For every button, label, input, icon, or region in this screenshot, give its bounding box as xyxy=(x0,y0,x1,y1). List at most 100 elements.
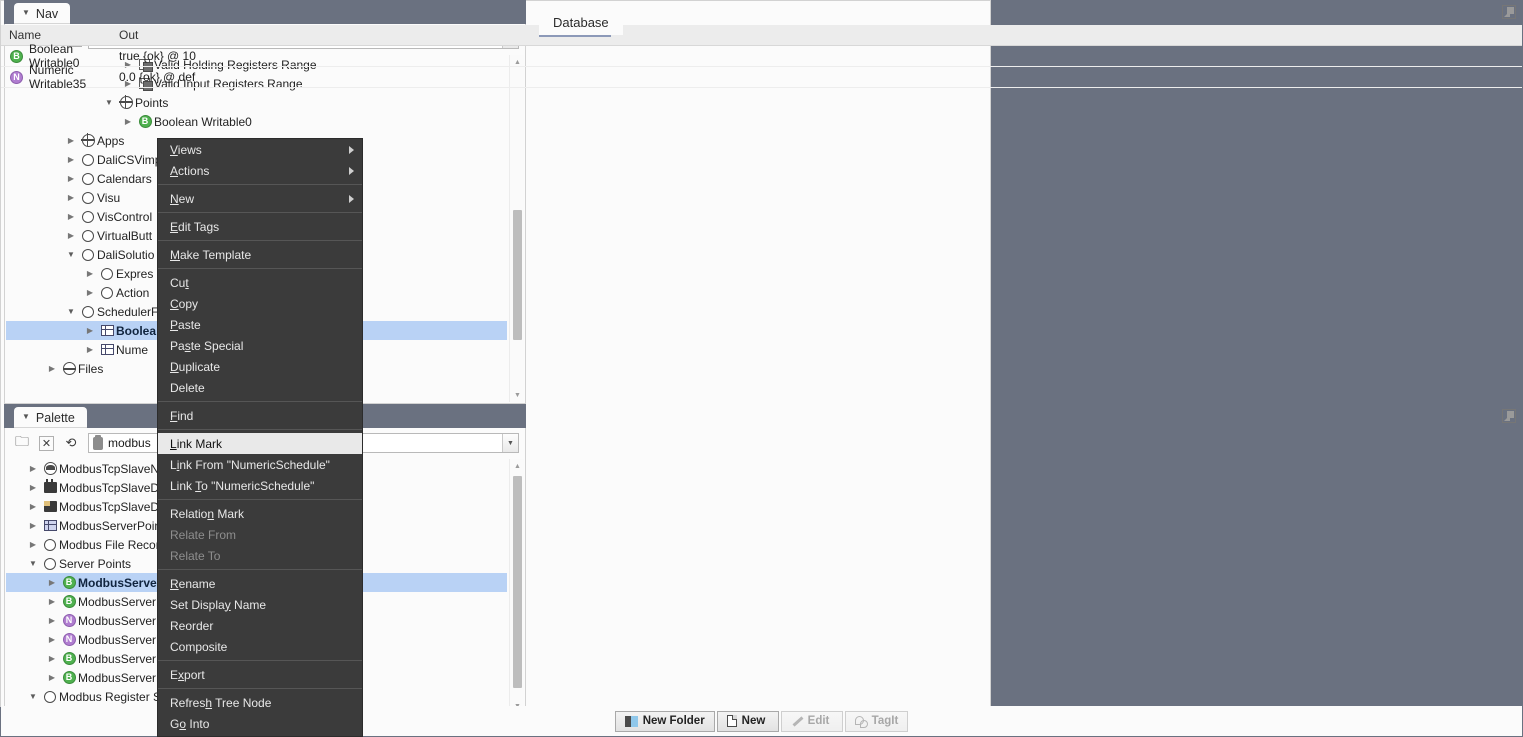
menu-item-new[interactable]: New xyxy=(158,188,362,209)
menu-item-link-from-numericschedule[interactable]: Link From "NumericSchedule" xyxy=(158,454,362,475)
menu-item-delete[interactable]: Delete xyxy=(158,377,362,398)
tree-row[interactable]: ▶ B Boolean Writable0 xyxy=(6,112,507,131)
menu-item-go-into[interactable]: Go Into xyxy=(158,713,362,734)
menu-item-relation-mark[interactable]: Relation Mark xyxy=(158,503,362,524)
tab-palette[interactable]: ▼ Palette xyxy=(14,407,87,428)
menu-item-copy[interactable]: Copy xyxy=(158,293,362,314)
twisty-expanded-icon[interactable]: ▼ xyxy=(63,307,79,316)
twisty-collapsed-icon[interactable]: ▶ xyxy=(44,635,60,644)
twisty-collapsed-icon[interactable]: ▶ xyxy=(82,269,98,278)
circle-icon xyxy=(79,305,97,318)
twisty-collapsed-icon[interactable]: ▶ xyxy=(44,578,60,587)
new-folder-button-label: New Folder xyxy=(642,715,705,727)
nav-maximize-button[interactable] xyxy=(1502,5,1517,20)
twisty-collapsed-icon[interactable]: ▶ xyxy=(44,364,60,373)
menu-item-views[interactable]: Views xyxy=(158,139,362,160)
twisty-collapsed-icon[interactable]: ▶ xyxy=(63,174,79,183)
menu-item-paste-special[interactable]: Paste Special xyxy=(158,335,362,356)
tab-nav[interactable]: ▼ Nav xyxy=(14,3,71,24)
menu-separator xyxy=(158,212,362,213)
circle-icon xyxy=(79,248,97,261)
twisty-collapsed-icon[interactable]: ▶ xyxy=(82,326,98,335)
folder-icon[interactable]: 🗀 xyxy=(11,433,33,453)
network-icon xyxy=(41,462,59,475)
menu-separator xyxy=(158,240,362,241)
twisty-collapsed-icon[interactable]: ▶ xyxy=(44,654,60,663)
menu-item-label: Go Into xyxy=(170,716,210,731)
palette-scrollbar[interactable]: ▲ ▼ xyxy=(509,459,524,713)
history-icon[interactable]: ⟲ xyxy=(60,433,82,453)
chevron-down-icon[interactable]: ▼ xyxy=(22,412,30,421)
module-icon xyxy=(93,434,103,450)
circle-icon xyxy=(41,557,59,570)
twisty-collapsed-icon[interactable]: ▶ xyxy=(25,464,41,473)
twisty-collapsed-icon[interactable]: ▶ xyxy=(44,616,60,625)
twisty-collapsed-icon[interactable]: ▶ xyxy=(63,155,79,164)
database-table: Name Out B Boolean Writable0 true {ok} @ 1… xyxy=(1,25,1522,91)
twisty-collapsed-icon[interactable]: ▶ xyxy=(25,483,41,492)
boolean-badge-icon: B xyxy=(60,671,78,684)
menu-item-set-display-name[interactable]: Set Display Name xyxy=(158,594,362,615)
menu-item-composite[interactable]: Composite xyxy=(158,636,362,657)
twisty-collapsed-icon[interactable]: ▶ xyxy=(63,136,79,145)
twisty-collapsed-icon[interactable]: ▶ xyxy=(82,345,98,354)
palette-scroll-thumb[interactable] xyxy=(513,476,522,688)
nav-scrollbar[interactable]: ▲ ▼ xyxy=(509,55,524,402)
twisty-expanded-icon[interactable]: ▼ xyxy=(25,559,41,568)
twisty-collapsed-icon[interactable]: ▶ xyxy=(63,212,79,221)
tree-row-label: Apps xyxy=(97,133,125,148)
menu-item-paste[interactable]: Paste xyxy=(158,314,362,335)
twisty-collapsed-icon[interactable]: ▶ xyxy=(25,521,41,530)
nav-scroll-thumb[interactable] xyxy=(513,210,522,340)
twisty-collapsed-icon[interactable]: ▶ xyxy=(63,231,79,240)
scroll-up-arrow[interactable]: ▲ xyxy=(510,459,525,473)
twisty-collapsed-icon[interactable]: ▶ xyxy=(44,597,60,606)
menu-item-label: Paste Special xyxy=(170,338,244,353)
column-header-out[interactable]: Out xyxy=(115,28,1522,42)
table-row[interactable]: N Numeric Writable35 0.0 {ok} @ def xyxy=(1,63,1522,91)
twisty-expanded-icon[interactable]: ▼ xyxy=(63,250,79,259)
twisty-expanded-icon[interactable]: ▼ xyxy=(101,98,117,107)
twisty-collapsed-icon[interactable]: ▶ xyxy=(82,288,98,297)
menu-item-link-to-numericschedule[interactable]: Link To "NumericSchedule" xyxy=(158,475,362,496)
table-row[interactable]: B Boolean Writable0 true {ok} @ 10 xyxy=(1,42,1522,70)
palette-maximize-button[interactable] xyxy=(1502,409,1517,424)
menu-item-cut[interactable]: Cut xyxy=(158,272,362,293)
menu-item-rename[interactable]: Rename xyxy=(158,573,362,594)
chevron-down-icon[interactable]: ▼ xyxy=(22,8,30,17)
column-header-name[interactable]: Name xyxy=(1,28,115,42)
scroll-down-arrow[interactable]: ▼ xyxy=(510,388,525,402)
chevron-down-icon[interactable]: ▼ xyxy=(502,434,518,452)
twisty-collapsed-icon[interactable]: ▶ xyxy=(120,117,136,126)
close-box-icon[interactable]: ✕ xyxy=(39,435,54,451)
cell-name-text: Numeric Writable35 xyxy=(29,63,87,91)
menu-item-duplicate[interactable]: Duplicate xyxy=(158,356,362,377)
tree-row-label: Boolea xyxy=(116,323,157,338)
tab-database[interactable]: Database xyxy=(539,10,623,35)
menu-item-label: Edit Tags xyxy=(170,219,220,234)
menu-item-make-template[interactable]: Make Template xyxy=(158,244,362,265)
menu-item-link-mark[interactable]: Link Mark xyxy=(158,433,362,454)
new-button-label: New xyxy=(741,715,766,727)
twisty-collapsed-icon[interactable]: ▶ xyxy=(44,673,60,682)
submenu-arrow-icon xyxy=(349,166,354,175)
tree-row-label: Calendars xyxy=(97,171,152,186)
twisty-collapsed-icon[interactable]: ▶ xyxy=(63,193,79,202)
menu-item-refresh-tree-node[interactable]: Refresh Tree Node xyxy=(158,692,362,713)
twisty-expanded-icon[interactable]: ▼ xyxy=(25,692,41,701)
twisty-collapsed-icon[interactable]: ▶ xyxy=(25,502,41,511)
menu-item-label: Link Mark xyxy=(170,436,223,451)
database-table-header: Name Out xyxy=(1,25,1522,46)
context-menu[interactable]: Views Actions New Edit Tags Make Template Cut… xyxy=(157,138,363,737)
menu-item-edit-tags[interactable]: Edit Tags xyxy=(158,216,362,237)
menu-item-find[interactable]: Find xyxy=(158,405,362,426)
tree-row[interactable]: ▼ Points xyxy=(6,93,507,112)
menu-item-reorder[interactable]: Reorder xyxy=(158,615,362,636)
menu-item-actions[interactable]: Actions xyxy=(158,160,362,181)
circle-icon xyxy=(79,153,97,166)
menu-item-label: Reorder xyxy=(170,618,214,633)
twisty-collapsed-icon[interactable]: ▶ xyxy=(25,540,41,549)
new-folder-button[interactable]: New Folder xyxy=(614,710,715,732)
new-button[interactable]: New xyxy=(716,710,779,732)
menu-item-export[interactable]: Export xyxy=(158,664,362,685)
